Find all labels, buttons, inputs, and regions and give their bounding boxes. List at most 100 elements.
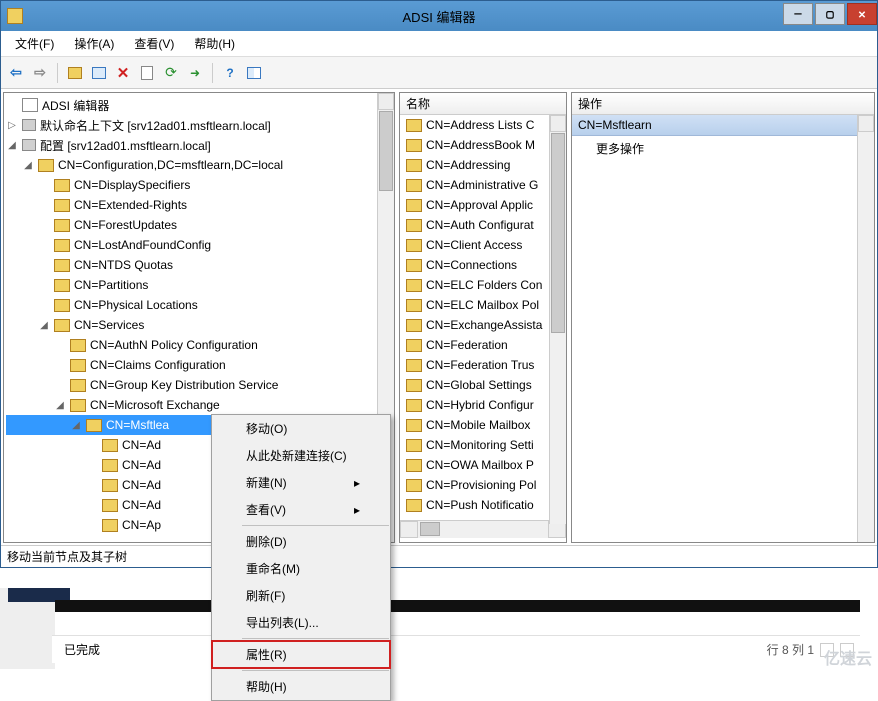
tree-label: CN=Services <box>74 318 144 332</box>
tree-node[interactable]: CN=DisplaySpecifiers <box>6 175 392 195</box>
tree-label: CN=Group Key Distribution Service <box>90 378 278 392</box>
tree-node[interactable]: ▷ 默认命名上下文 [srv12ad01.msftlearn.local] <box>6 115 392 135</box>
back-icon[interactable]: ⇦ <box>5 62 27 84</box>
delete-icon[interactable]: ✕ <box>112 62 134 84</box>
scroll-up-icon[interactable] <box>378 93 394 110</box>
list-body[interactable]: CN=Address Lists C CN=AddressBook M CN=A… <box>400 115 566 520</box>
list-vscrollbar[interactable] <box>549 115 566 524</box>
help-icon[interactable]: ? <box>219 62 241 84</box>
editor-icon <box>22 98 38 112</box>
scroll-up-icon[interactable] <box>550 115 566 132</box>
scroll-thumb[interactable] <box>379 111 393 191</box>
list-item[interactable]: CN=Mobile Mailbox <box>400 415 566 435</box>
tree-node[interactable]: CN=Extended-Rights <box>6 195 392 215</box>
context-menu-item[interactable]: 刷新(F) <box>212 582 390 609</box>
tree-label: CN=Ad <box>122 498 161 512</box>
actions-more[interactable]: 更多操作 ▸ <box>572 136 874 161</box>
context-menu-item[interactable]: 查看(V) ▸ <box>212 496 390 523</box>
disk-icon <box>22 139 36 151</box>
column-icon[interactable] <box>243 62 265 84</box>
tree-node[interactable]: CN=NTDS Quotas <box>6 255 392 275</box>
menu-action[interactable]: 操作(A) <box>64 31 124 56</box>
tree-node[interactable]: CN=Group Key Distribution Service <box>6 375 392 395</box>
tree-toggle-icon[interactable]: ◢ <box>6 140 18 151</box>
list-item[interactable]: CN=Global Settings <box>400 375 566 395</box>
up-folder-icon[interactable] <box>64 62 86 84</box>
scroll-up-icon[interactable] <box>858 115 874 132</box>
list-item[interactable]: CN=Auth Configurat <box>400 215 566 235</box>
tree-node[interactable]: ◢ 配置 [srv12ad01.msftlearn.local] <box>6 135 392 155</box>
refresh-icon[interactable]: ⟳ <box>160 62 182 84</box>
context-menu-item[interactable]: 属性(R) <box>212 641 390 668</box>
list-item[interactable]: CN=Administrative G <box>400 175 566 195</box>
list-item[interactable]: CN=Approval Applic <box>400 195 566 215</box>
list-item[interactable]: CN=Push Notificatio <box>400 495 566 515</box>
scroll-thumb[interactable] <box>551 133 565 333</box>
context-menu-item[interactable]: 移动(O) <box>212 415 390 442</box>
list-item[interactable]: CN=ExchangeAssista <box>400 315 566 335</box>
tree-node[interactable]: CN=Claims Configuration <box>6 355 392 375</box>
tree-toggle-icon[interactable]: ◢ <box>22 160 34 171</box>
folder-icon <box>406 459 422 472</box>
list-item[interactable]: CN=Connections <box>400 255 566 275</box>
folder-icon <box>54 219 70 232</box>
tree-toggle-icon[interactable]: ▷ <box>6 120 18 131</box>
actions-scrollbar[interactable] <box>857 115 874 542</box>
list-item[interactable]: CN=Hybrid Configur <box>400 395 566 415</box>
actions-selected-node[interactable]: CN=Msftlearn ▴ <box>572 115 874 136</box>
pane-toggle-icon[interactable] <box>88 62 110 84</box>
list-item-label: CN=Provisioning Pol <box>426 478 536 492</box>
titlebar[interactable]: ADSI 编辑器 — ▢ ✕ <box>1 1 877 31</box>
export-icon[interactable]: ➜ <box>184 62 206 84</box>
list-item[interactable]: CN=Client Access <box>400 235 566 255</box>
list-item[interactable]: CN=ELC Folders Con <box>400 275 566 295</box>
tree-node[interactable]: ◢ CN=Configuration,DC=msftlearn,DC=local <box>6 155 392 175</box>
list-item[interactable]: CN=ELC Mailbox Pol <box>400 295 566 315</box>
tree-label: ADSI 编辑器 <box>42 97 109 114</box>
menu-help[interactable]: 帮助(H) <box>184 31 245 56</box>
list-item[interactable]: CN=Federation Trus <box>400 355 566 375</box>
tree-toggle-icon[interactable]: ◢ <box>38 320 50 331</box>
minimize-button[interactable]: — <box>783 3 813 25</box>
list-hscrollbar[interactable] <box>400 520 566 538</box>
context-menu-item[interactable]: 重命名(M) <box>212 555 390 582</box>
forward-icon[interactable]: ⇨ <box>29 62 51 84</box>
tree-node[interactable]: CN=LostAndFoundConfig <box>6 235 392 255</box>
tree-node[interactable]: ◢ CN=Microsoft Exchange <box>6 395 392 415</box>
list-item[interactable]: CN=Addressing <box>400 155 566 175</box>
list-item[interactable]: CN=Federation <box>400 335 566 355</box>
chevron-right-icon: ▸ <box>354 503 360 517</box>
menu-view[interactable]: 查看(V) <box>124 31 184 56</box>
context-menu-label: 新建(N) <box>246 474 287 491</box>
folder-icon <box>54 299 70 312</box>
menu-file[interactable]: 文件(F) <box>5 31 64 56</box>
folder-icon <box>54 239 70 252</box>
tree-toggle-icon[interactable]: ◢ <box>70 420 82 431</box>
list-item[interactable]: CN=OWA Mailbox P <box>400 455 566 475</box>
tree-node[interactable]: CN=AuthN Policy Configuration <box>6 335 392 355</box>
tree-node[interactable]: ◢ CN=Services <box>6 315 392 335</box>
context-menu-item[interactable]: 删除(D) <box>212 528 390 555</box>
close-button[interactable]: ✕ <box>847 3 877 25</box>
context-menu-item[interactable]: 帮助(H) <box>212 673 390 700</box>
folder-icon <box>406 339 422 352</box>
scroll-left-icon[interactable] <box>400 521 418 538</box>
maximize-button[interactable]: ▢ <box>815 3 845 25</box>
list-item[interactable]: CN=Provisioning Pol <box>400 475 566 495</box>
tree-node[interactable]: ADSI 编辑器 <box>6 95 392 115</box>
list-item[interactable]: CN=Address Lists C <box>400 115 566 135</box>
scroll-thumb[interactable] <box>420 522 440 536</box>
properties-icon[interactable] <box>136 62 158 84</box>
context-menu-label: 导出列表(L)... <box>246 614 319 631</box>
tree-label: CN=Msftlea <box>106 418 169 432</box>
tree-node[interactable]: CN=ForestUpdates <box>6 215 392 235</box>
context-menu-item[interactable]: 导出列表(L)... <box>212 609 390 636</box>
tree-node[interactable]: CN=Partitions <box>6 275 392 295</box>
list-header-name[interactable]: 名称 <box>400 93 566 115</box>
list-item[interactable]: CN=AddressBook M <box>400 135 566 155</box>
context-menu-item[interactable]: 从此处新建连接(C) <box>212 442 390 469</box>
tree-node[interactable]: CN=Physical Locations <box>6 295 392 315</box>
context-menu-item[interactable]: 新建(N) ▸ <box>212 469 390 496</box>
list-item[interactable]: CN=Monitoring Setti <box>400 435 566 455</box>
tree-toggle-icon[interactable]: ◢ <box>54 400 66 411</box>
